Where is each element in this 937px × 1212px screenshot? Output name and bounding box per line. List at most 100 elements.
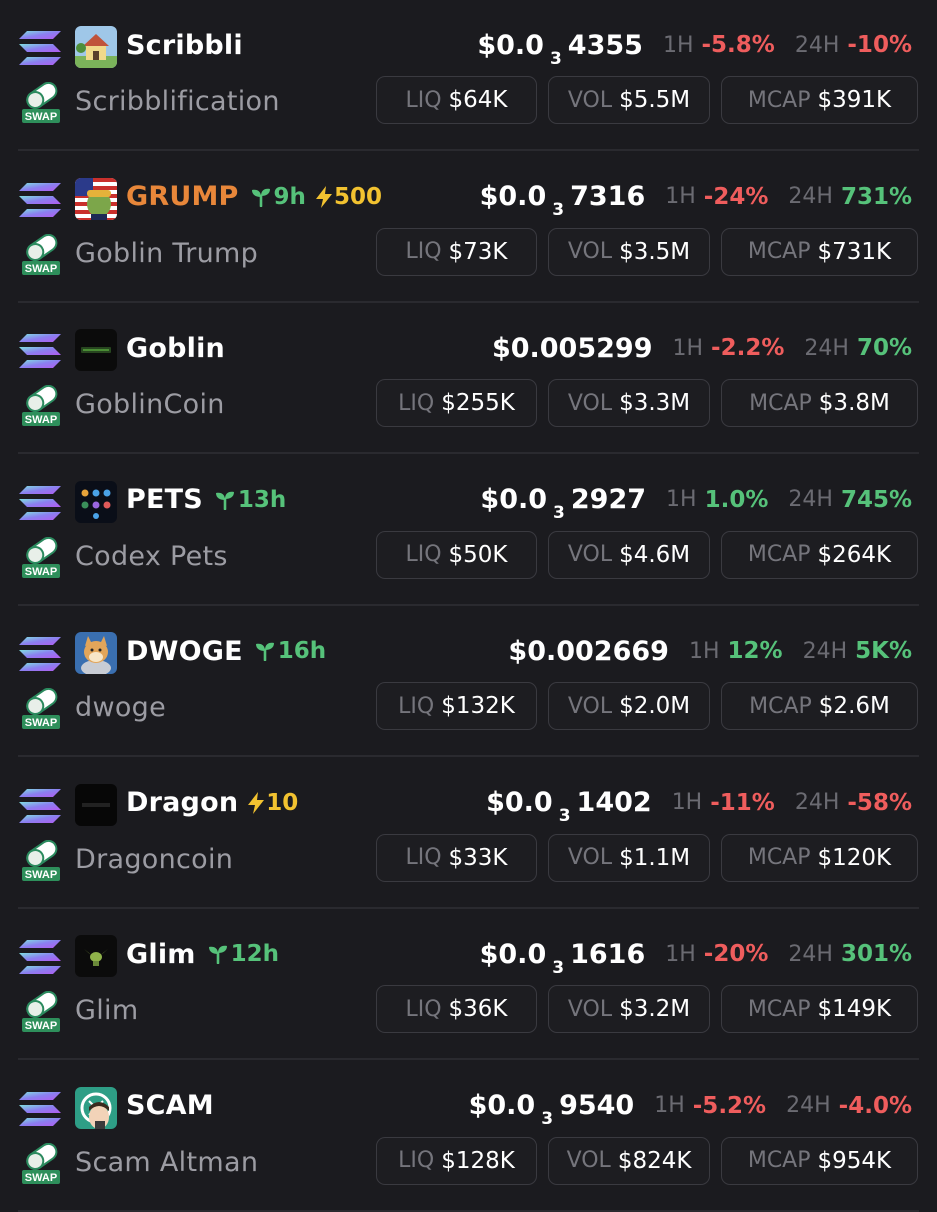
swap-pill-icon[interactable]: SWAP [21, 688, 61, 730]
liquidity-stat[interactable]: LIQ $50K [376, 530, 537, 579]
token-price-change: $0.0 3 1616 1H -20% 24H 301% [479, 931, 912, 978]
liquidity-stat[interactable]: LIQ $132K [376, 682, 537, 730]
h24-label: 24H [786, 1093, 831, 1118]
market-cap-stat[interactable]: MCAP $954K [721, 1136, 918, 1185]
volume-stat[interactable]: VOL $3.5M [548, 227, 710, 276]
token-name: Glim [75, 995, 139, 1026]
price-tail: 7316 [570, 181, 646, 212]
h24-label: 24H [794, 790, 840, 815]
token-symbol: Glim [126, 938, 196, 970]
token-title: Scribbli [126, 22, 243, 68]
price-zero-count: 3 [549, 48, 562, 69]
swap-label: SWAP [25, 869, 57, 881]
volume-stat[interactable]: VOL $3.2M [548, 985, 710, 1033]
swap-pill-icon[interactable]: SWAP [21, 1142, 61, 1185]
liquidity-stat[interactable]: LIQ $73K [376, 227, 537, 276]
liq-label: LIQ [398, 693, 435, 719]
market-cap-stat[interactable]: MCAP $2.6M [721, 682, 918, 730]
h1-change: -2.2% [711, 335, 785, 361]
price-lead: $0.0 [479, 181, 547, 212]
vol-value: $4.6M [619, 541, 691, 568]
token-name: Scam Altman [75, 1146, 259, 1178]
token-row-scribbli[interactable]: SWAP Scribbli Scribblification $0.0 3 4355… [0, 0, 937, 151]
token-symbol: Dragon [126, 787, 239, 818]
price-tail: 9540 [559, 1090, 635, 1121]
vol-label: VOL [567, 239, 613, 264]
token-title: DWOGE 16h [126, 628, 326, 674]
liquidity-stat[interactable]: LIQ $64K [376, 76, 537, 124]
token-name: Scribblification [75, 86, 280, 117]
liquidity-stat[interactable]: LIQ $255K [376, 379, 537, 427]
swap-pill-icon[interactable]: SWAP [21, 839, 61, 882]
liquidity-stat[interactable]: LIQ $128K [376, 1136, 537, 1185]
h1-label: 1H [665, 184, 696, 209]
price-lead: $0.0 [477, 29, 544, 61]
price-zero-count: 3 [552, 957, 565, 978]
market-cap-stat[interactable]: MCAP $264K [721, 530, 918, 579]
swap-label: SWAP [25, 1172, 57, 1184]
market-cap-stat[interactable]: MCAP $391K [721, 76, 918, 124]
vol-label: VOL [567, 845, 613, 870]
price-zero-count: 3 [552, 200, 565, 220]
goblin-trump-flag-avatar [75, 177, 117, 220]
mcap-label: MCAP [747, 996, 811, 1022]
seedling-icon [208, 945, 227, 964]
token-name: GoblinCoin [75, 389, 225, 420]
token-boost: 500 [315, 183, 382, 210]
mcap-value: $391K [817, 87, 892, 113]
vol-label: VOL [567, 390, 613, 416]
vol-label: VOL [567, 87, 613, 113]
liq-value: $36K [448, 996, 508, 1022]
swap-pill-icon[interactable]: SWAP [21, 82, 61, 124]
token-row-scam[interactable]: SWAP SCAM Scam Altman $0.0 3 9540 1H -5.2%… [0, 1061, 937, 1212]
vol-label: VOL [567, 996, 613, 1022]
mcap-value: $149K [817, 996, 892, 1022]
h1-label: 1H [665, 941, 696, 967]
token-row-glim[interactable]: SWAP Glim 12h Glim $0.0 3 1616 1H -20% 24H… [0, 909, 937, 1060]
dwoge-dog-avatar [75, 632, 117, 674]
volume-stat[interactable]: VOL $3.3M [548, 379, 710, 427]
token-symbol: DWOGE [126, 635, 243, 667]
swap-label: SWAP [25, 263, 57, 275]
price-lead: $0.0 [479, 938, 547, 970]
volume-stat[interactable]: VOL $2.0M [548, 682, 710, 730]
price-zero-count: 3 [558, 806, 571, 826]
liquidity-stat[interactable]: LIQ $33K [376, 833, 537, 882]
swap-pill-icon[interactable]: SWAP [21, 385, 61, 427]
mcap-value: $264K [817, 541, 892, 568]
token-row-dragon[interactable]: SWAP Dragon 10 Dragoncoin $0.0 3 1402 1H -… [0, 758, 937, 909]
token-row-goblin[interactable]: SWAP Goblin GoblinCoin $0.005299 1H -2.2… [0, 303, 937, 454]
liq-label: LIQ [398, 390, 435, 416]
price-tail: 2927 [570, 484, 647, 515]
token-title: PETS 13h [126, 477, 286, 523]
swap-pill-icon[interactable]: SWAP [21, 233, 61, 276]
h24-label: 24H [788, 487, 833, 512]
token-title: Dragon 10 [126, 780, 298, 826]
solana-icon [19, 334, 61, 368]
token-row-pets[interactable]: SWAP PETS 13h Codex Pets $0.0 3 2927 1H 1.… [0, 455, 937, 606]
token-boost-text: 10 [266, 789, 299, 816]
token-boost-text: 500 [333, 183, 382, 210]
swap-pill-icon[interactable]: SWAP [21, 991, 61, 1033]
market-cap-stat[interactable]: MCAP $3.8M [721, 379, 918, 427]
solana-icon [19, 637, 61, 671]
vol-value: $5.5M [619, 87, 691, 113]
volume-stat[interactable]: VOL $5.5M [548, 76, 710, 124]
token-name: Codex Pets [75, 540, 228, 572]
volume-stat[interactable]: VOL $824K [548, 1136, 710, 1185]
volume-stat[interactable]: VOL $1.1M [548, 833, 710, 882]
h24-change: -58% [847, 789, 912, 816]
token-row-dwoge[interactable]: SWAP DWOGE 16h dwoge $0.002669 1H 12% 24… [0, 606, 937, 757]
market-cap-stat[interactable]: MCAP $149K [721, 985, 918, 1033]
token-row-grump[interactable]: SWAP GRUMP 9h 500 Goblin Trump $0.0 3 7316… [0, 152, 937, 303]
token-price: $0.0 3 7316 [479, 181, 646, 220]
h1-label: 1H [654, 1093, 685, 1118]
liquidity-stat[interactable]: LIQ $36K [376, 985, 537, 1033]
volume-stat[interactable]: VOL $4.6M [548, 530, 710, 579]
token-title: SCAM [126, 1083, 214, 1129]
price-lead: $0.005299 [491, 332, 653, 364]
token-price-change: $0.005299 1H -2.2% 24H 70% [492, 325, 912, 371]
market-cap-stat[interactable]: MCAP $120K [721, 833, 918, 882]
market-cap-stat[interactable]: MCAP $731K [721, 227, 918, 276]
swap-pill-icon[interactable]: SWAP [21, 536, 61, 579]
